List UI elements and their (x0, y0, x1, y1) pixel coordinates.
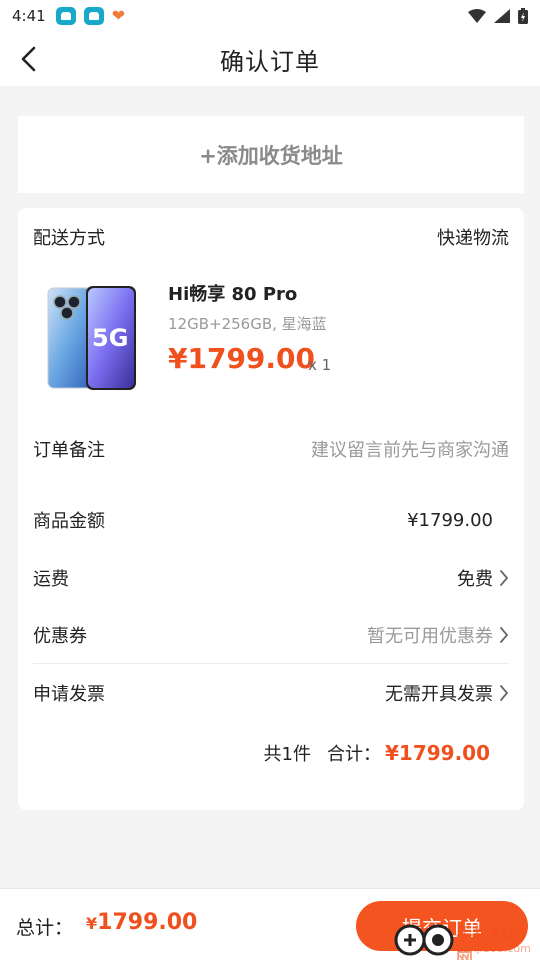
delivery-method-label: 配送方式 (33, 228, 105, 249)
product-image: 5G (44, 284, 140, 392)
signal-icon (494, 9, 510, 23)
shipping-value: 免费 (457, 569, 493, 590)
chevron-right-icon (500, 685, 509, 701)
product-image-5g-text: 5G (92, 324, 128, 352)
coupon-row[interactable]: 优惠券 暂无可用优惠券 (33, 622, 509, 648)
status-icons (468, 8, 528, 24)
invoice-row[interactable]: 申请发票 无需开具发票 (33, 680, 509, 706)
bottom-total-amount: 1799.00 (97, 910, 198, 935)
order-summary: 共1件 合计： ¥1799.00 (264, 740, 490, 766)
coupon-value-group: 暂无可用优惠券 (367, 622, 509, 648)
navigation-bar: 确认订单 (0, 32, 540, 86)
summary-total-value: ¥1799.00 (384, 741, 490, 765)
bottom-bar: 总计： ¥1799.00 提交订单 (0, 888, 540, 960)
shipping-row[interactable]: 运费 免费 (33, 565, 509, 591)
item-count: 共1件 (263, 744, 311, 765)
product-quantity: x 1 (308, 356, 332, 374)
invoice-value-group: 无需开具发票 (385, 680, 509, 706)
goods-amount-label: 商品金额 (33, 511, 105, 532)
order-card: 配送方式 快递物流 5G Hi畅享 80 Pro 12GB+256GB, 星海蓝… (18, 208, 524, 810)
order-remark-label: 订单备注 (33, 440, 105, 461)
shipping-label: 运费 (33, 569, 69, 590)
submit-order-button[interactable]: 提交订单 (356, 901, 528, 951)
invoice-label: 申请发票 (33, 684, 105, 705)
heart-notification-icon: ❤ (111, 6, 126, 25)
order-remark-input[interactable]: 建议留言前先与商家沟通 (311, 436, 509, 462)
divider (33, 663, 509, 664)
battery-icon (518, 8, 528, 24)
summary-total-label: 合计： (326, 744, 381, 765)
shipping-value-group: 免费 (457, 565, 509, 591)
bottom-total-currency: ¥ (86, 914, 98, 933)
order-remark-row[interactable]: 订单备注 建议留言前先与商家沟通 (33, 436, 509, 462)
goods-amount-row: 商品金额 ¥1799.00 (33, 507, 509, 533)
back-button[interactable] (10, 40, 48, 78)
wifi-icon (468, 9, 486, 23)
product-price: ¥1799.00 (168, 342, 316, 375)
app-notification-icon (83, 7, 104, 25)
delivery-method-row: 配送方式 快递物流 (33, 224, 509, 250)
bottom-total-label: 总计： (16, 917, 74, 939)
product-name: Hi畅享 80 Pro (168, 284, 298, 305)
coupon-value: 暂无可用优惠券 (367, 626, 493, 647)
product-spec: 12GB+256GB, 星海蓝 (168, 315, 327, 333)
add-address-button[interactable]: +添加收货地址 (18, 116, 524, 193)
chevron-right-icon (500, 570, 509, 586)
bottom-total-value: ¥1799.00 (86, 910, 197, 935)
chevron-right-icon (500, 627, 509, 643)
chevron-left-icon (21, 46, 36, 72)
app-notification-icon (55, 7, 76, 25)
delivery-method-value: 快递物流 (437, 228, 509, 249)
invoice-value: 无需开具发票 (385, 684, 493, 705)
page-title: 确认订单 (220, 47, 320, 76)
status-time: 4:41 (12, 7, 46, 25)
coupon-label: 优惠券 (33, 626, 87, 647)
add-address-label: +添加收货地址 (199, 143, 343, 168)
goods-amount-value: ¥1799.00 (407, 509, 493, 531)
status-bar: 4:41 ❤ (0, 0, 540, 32)
